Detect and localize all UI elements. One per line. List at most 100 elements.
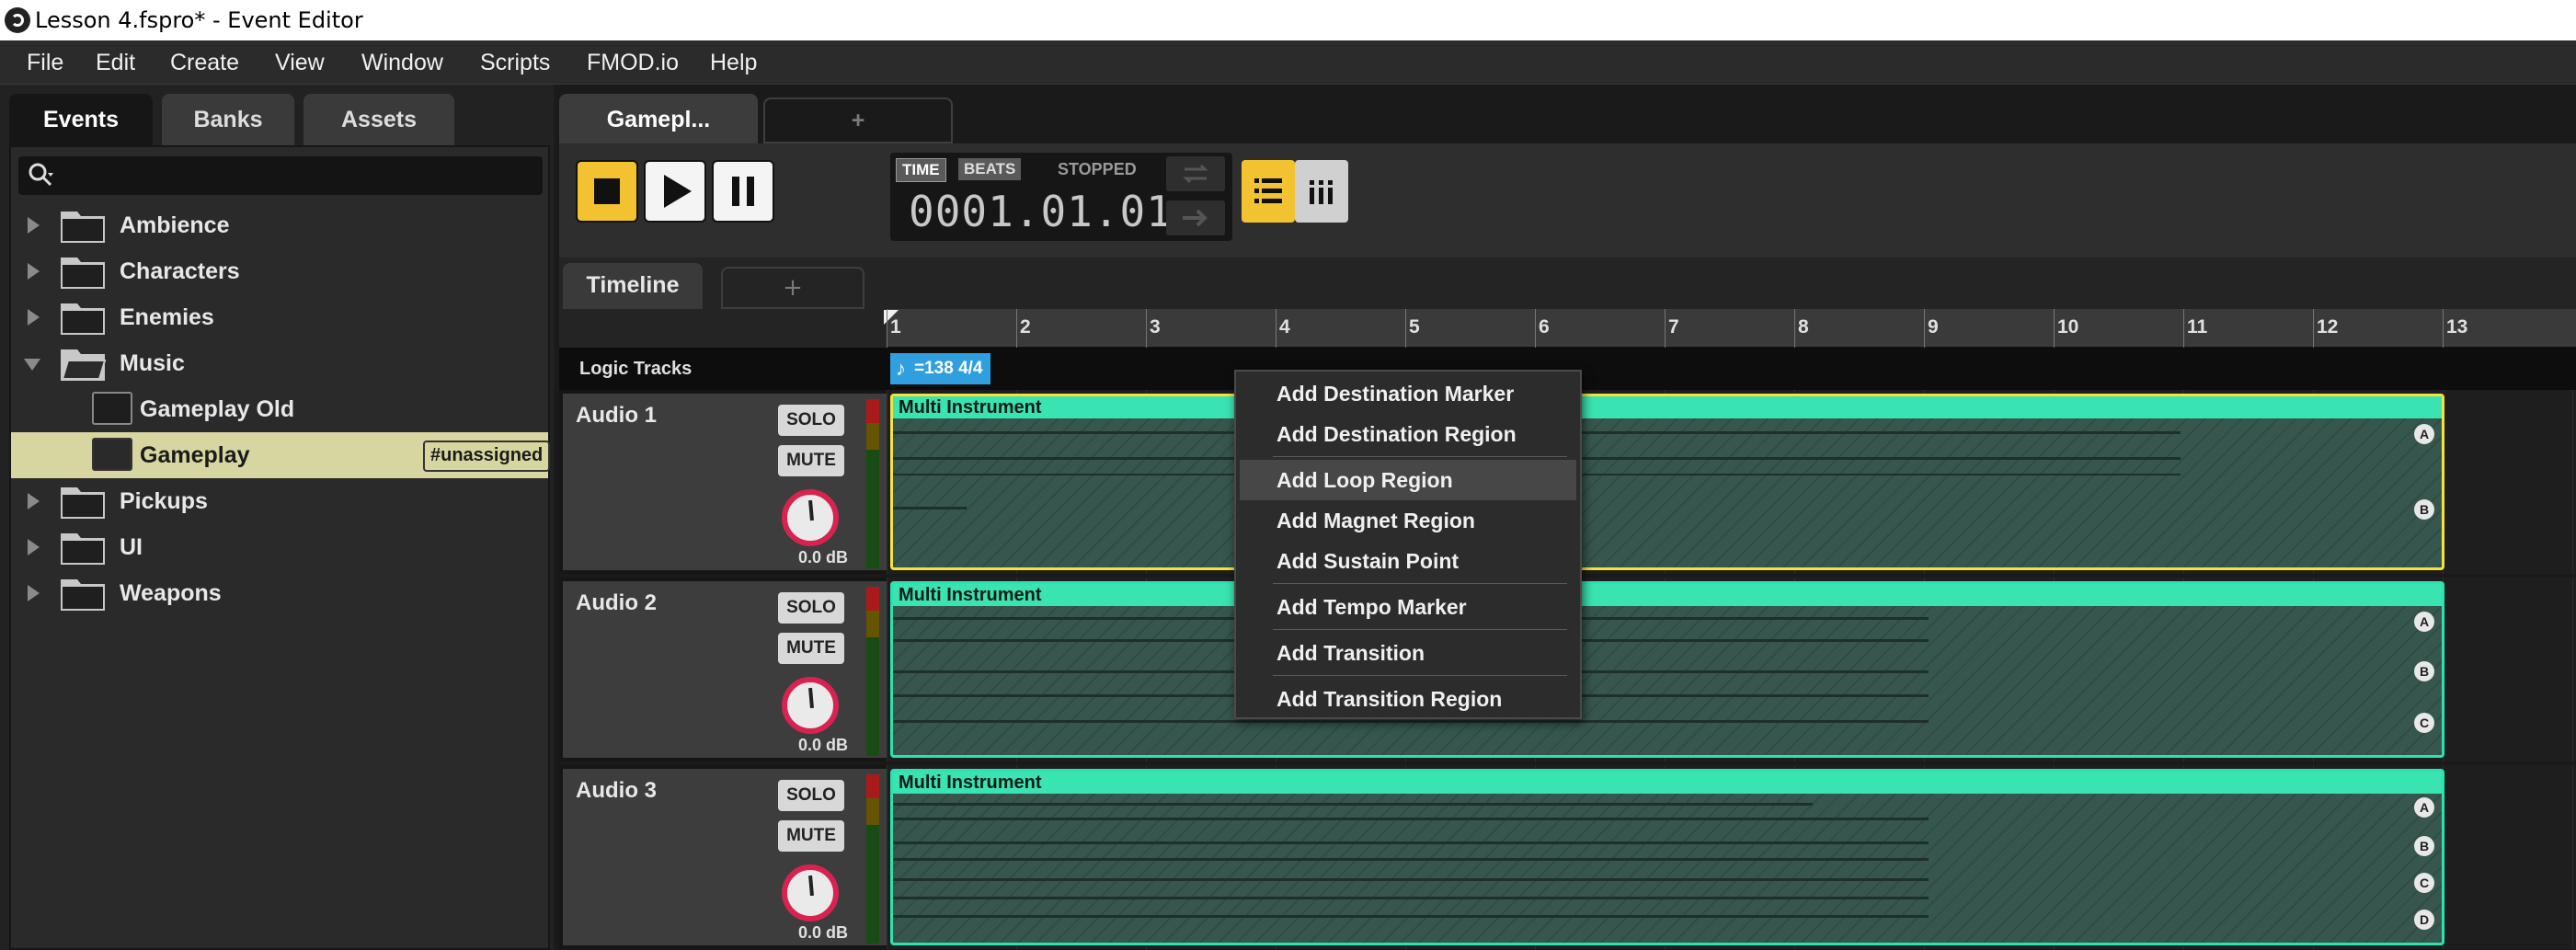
logic-tracks-label: Logic Tracks [579, 359, 693, 379]
event-icon [92, 392, 132, 425]
menu-add-transition[interactable]: Add Transition [1240, 633, 1576, 673]
search-icon [29, 163, 53, 187]
tree-item-gameplay-old[interactable]: Gameplay Old [11, 386, 548, 432]
list-icon [1254, 178, 1282, 203]
menu-add-tempo-marker[interactable]: Add Tempo Marker [1240, 587, 1576, 627]
pause-button[interactable] [712, 160, 774, 223]
menu-create[interactable]: Create [170, 49, 239, 76]
volume-knob[interactable] [782, 864, 839, 921]
track-name: Audio 3 [576, 778, 657, 803]
expand-arrow-icon[interactable] [28, 263, 40, 280]
menu-window[interactable]: Window [361, 49, 443, 76]
multi-instrument[interactable]: Multi Instrument A B C [890, 581, 2444, 758]
folder-icon [61, 579, 105, 611]
tree-item-music[interactable]: Music [11, 340, 548, 386]
waveform-area: A B [893, 418, 2442, 567]
multi-instrument[interactable]: Multi Instrument A B C D [890, 769, 2444, 945]
follow-playback-button[interactable] [1166, 200, 1225, 235]
ruler-bar-number: 2 [1020, 316, 1031, 338]
menu-scripts[interactable]: Scripts [480, 49, 550, 76]
tree-item-gameplay[interactable]: Gameplay #unassigned [11, 432, 551, 478]
volume-knob[interactable] [782, 489, 839, 546]
solo-button[interactable]: SOLO [778, 592, 844, 624]
play-button[interactable] [644, 160, 706, 223]
track-name: Audio 1 [576, 403, 657, 428]
menu-edit[interactable]: Edit [96, 49, 135, 76]
menu-add-destination-marker[interactable]: Add Destination Marker [1240, 373, 1576, 414]
add-parameter-tab-button[interactable]: + [721, 267, 864, 309]
tree-item-characters[interactable]: Characters [11, 248, 548, 294]
tree-item-label: Ambience [120, 212, 230, 238]
ruler-bar-number: 4 [1279, 316, 1290, 338]
timeline-ruler[interactable]: 1 2 3 4 5 6 7 8 9 10 11 12 13 [884, 309, 2576, 348]
play-icon [664, 175, 692, 208]
collapse-arrow-icon[interactable] [24, 359, 40, 371]
menu-file[interactable]: File [27, 49, 63, 76]
menu-view[interactable]: View [275, 49, 325, 76]
expand-arrow-icon[interactable] [28, 585, 40, 601]
deck-view-button[interactable] [1295, 160, 1348, 223]
tab-gameplay[interactable]: Gamepl... [559, 94, 758, 145]
folder-icon [61, 212, 105, 243]
lane-label: B [2414, 836, 2434, 856]
solo-button[interactable]: SOLO [778, 780, 844, 811]
fmod-logo-icon [5, 7, 30, 33]
loop-playback-button[interactable] [1166, 156, 1225, 191]
tab-timeline[interactable]: Timeline [563, 263, 703, 311]
mute-button[interactable]: MUTE [778, 445, 844, 476]
tree-item-label: Music [120, 350, 185, 376]
track-header[interactable]: Audio 2 SOLO MUTE 0.0 dB [563, 581, 887, 758]
stop-button[interactable] [576, 160, 638, 223]
audio-track-3: Audio 3 SOLO MUTE 0.0 dB Multi Instrumen… [559, 765, 2576, 949]
expand-arrow-icon[interactable] [28, 493, 40, 509]
track-lane[interactable]: Multi Instrument A B C [887, 578, 2576, 761]
folder-icon [61, 487, 105, 519]
menu-add-sustain-point[interactable]: Add Sustain Point [1240, 541, 1576, 581]
folder-icon [61, 303, 105, 335]
menu-add-transition-region[interactable]: Add Transition Region [1240, 679, 1576, 719]
expand-arrow-icon[interactable] [28, 539, 40, 555]
tree-item-ui[interactable]: UI [11, 524, 548, 570]
menu-add-magnet-region[interactable]: Add Magnet Region [1240, 500, 1576, 541]
timeline-context-menu: Add Destination Marker Add Destination R… [1234, 370, 1582, 719]
expand-arrow-icon[interactable] [28, 309, 40, 326]
track-lane[interactable]: Multi Instrument A B C D [887, 765, 2576, 949]
ruler-header [559, 309, 887, 348]
tempo-marker[interactable]: =138 4/4 [890, 353, 990, 384]
ruler-bar-number: 7 [1668, 316, 1679, 338]
tree-item-ambience[interactable]: Ambience [11, 202, 548, 248]
track-header[interactable]: Audio 3 SOLO MUTE 0.0 dB [563, 769, 887, 945]
ruler-bar-number: 12 [2317, 316, 2339, 338]
ruler-bar-number: 11 [2187, 316, 2208, 338]
time-display: TIME BEATS STOPPED 0001.01.01 [890, 153, 1232, 241]
tree-item-pickups[interactable]: Pickups [11, 478, 548, 524]
list-view-button[interactable] [1242, 160, 1295, 223]
beats-mode-toggle[interactable]: BEATS [958, 158, 1022, 180]
stop-icon [594, 178, 620, 204]
volume-knob[interactable] [782, 677, 839, 734]
add-tab-button[interactable]: + [763, 97, 953, 143]
tab-banks[interactable]: Banks [162, 94, 294, 145]
expand-arrow-icon[interactable] [28, 217, 40, 234]
multi-instrument[interactable]: Multi Instrument A B [890, 394, 2444, 570]
search-input[interactable] [18, 156, 543, 195]
menu-add-loop-region[interactable]: Add Loop Region [1240, 460, 1576, 500]
menu-add-destination-region[interactable]: Add Destination Region [1240, 414, 1576, 454]
track-header[interactable]: Audio 1 SOLO MUTE 0.0 dB [563, 394, 887, 570]
tree-item-label: Enemies [120, 304, 214, 330]
mute-button[interactable]: MUTE [778, 633, 844, 664]
level-meter [866, 399, 879, 568]
tab-assets[interactable]: Assets [303, 94, 454, 145]
tree-item-weapons[interactable]: Weapons [11, 570, 548, 616]
time-mode-toggle[interactable]: TIME [896, 158, 946, 182]
tree-item-enemies[interactable]: Enemies [11, 294, 548, 340]
lane-label: A [2414, 424, 2434, 444]
folder-icon [61, 258, 105, 289]
solo-button[interactable]: SOLO [778, 405, 844, 436]
menu-help[interactable]: Help [710, 49, 757, 76]
menu-fmodio[interactable]: FMOD.io [587, 49, 679, 76]
track-lane[interactable]: Multi Instrument A B [887, 390, 2576, 574]
level-meter [866, 587, 879, 756]
tab-events[interactable]: Events [9, 94, 153, 145]
mute-button[interactable]: MUTE [778, 820, 844, 852]
